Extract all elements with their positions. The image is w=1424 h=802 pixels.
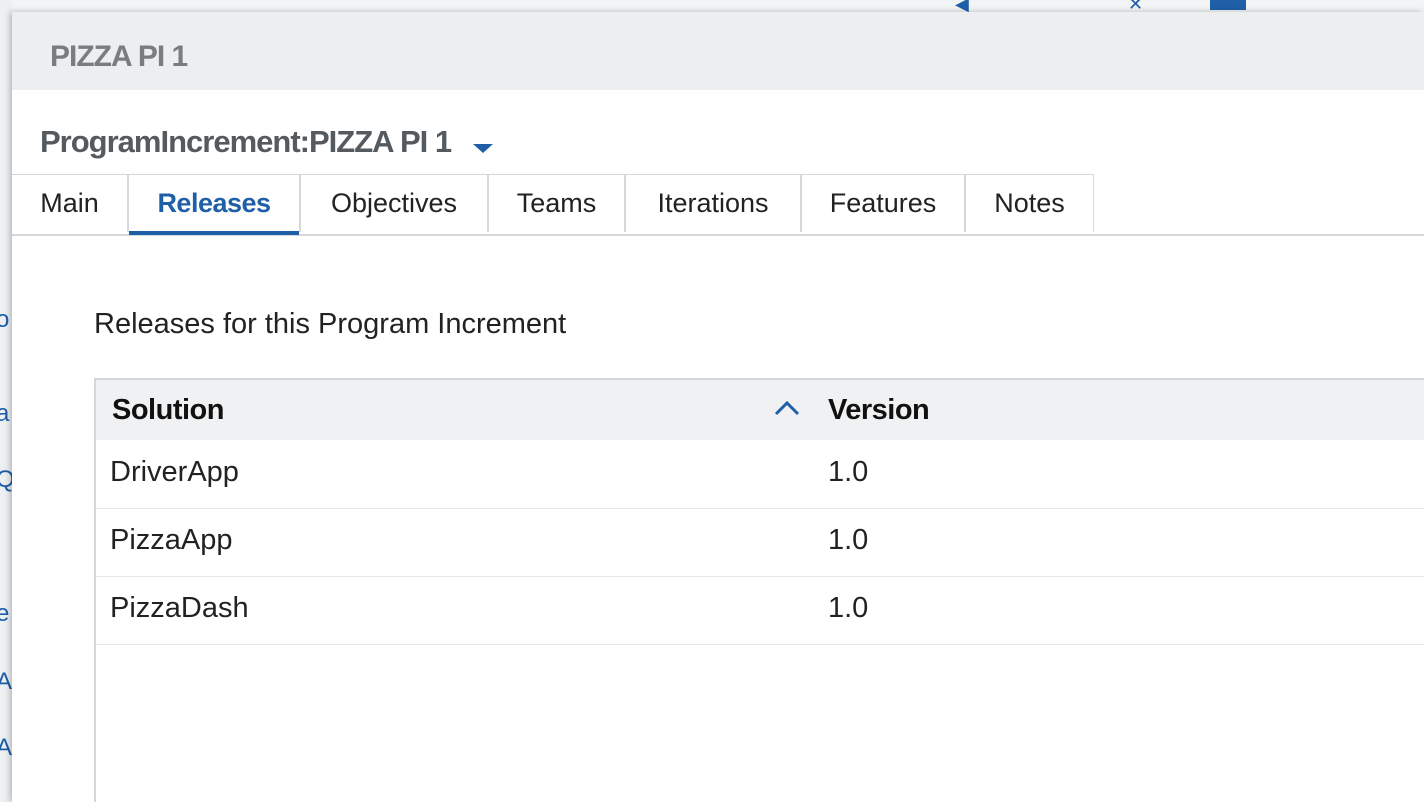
cell-solution: PizzaApp — [110, 524, 233, 556]
tab-label: Features — [829, 188, 937, 218]
column-header-solution[interactable]: Solution — [112, 394, 224, 427]
grid-header: Solution Version — [96, 380, 1424, 440]
record-dialog: PIZZA PI 1 ProgramIncrement:PIZZA PI 1 M… — [12, 12, 1424, 802]
background-sidebar-glyph: A — [0, 668, 12, 695]
tab-notes[interactable]: Notes — [965, 174, 1094, 232]
background-sidebar-glyph: a — [0, 400, 10, 427]
background-sidebar-glyph: e — [0, 600, 10, 627]
releases-section-label: Releases for this Program Increment — [94, 308, 567, 340]
cell-solution: PizzaDash — [110, 592, 249, 624]
tab-objectives[interactable]: Objectives — [300, 174, 488, 232]
tab-iterations[interactable]: Iterations — [625, 174, 801, 232]
background-app-sidebar: o a Q i e A A — [0, 0, 12, 802]
cell-solution: DriverApp — [110, 456, 239, 488]
chevron-down-icon[interactable] — [473, 143, 494, 153]
tab-features[interactable]: Features — [801, 174, 965, 232]
tab-bar: Main Releases Objectives Teams Iteration… — [12, 174, 1424, 236]
background-sidebar-glyph: o — [0, 306, 10, 333]
releases-grid: Solution Version DriverApp 1.0 PizzaApp … — [94, 378, 1424, 802]
background-tab-icon — [1210, 0, 1246, 10]
tab-teams[interactable]: Teams — [488, 174, 625, 232]
tab-label: Iterations — [657, 188, 769, 218]
column-header-version[interactable]: Version — [828, 394, 930, 427]
cell-version: 1.0 — [828, 524, 869, 556]
dialog-title: PIZZA PI 1 — [50, 40, 188, 73]
chevron-up-icon[interactable] — [772, 394, 802, 424]
tab-main[interactable]: Main — [12, 174, 128, 232]
cell-version: 1.0 — [828, 456, 869, 488]
tab-label: Releases — [157, 188, 271, 218]
background-sidebar-glyph: A — [0, 734, 12, 761]
dialog-titlebar[interactable]: PIZZA PI 1 — [12, 12, 1424, 90]
background-sidebar-glyph: i — [0, 534, 1, 562]
cell-version: 1.0 — [828, 592, 869, 624]
tab-label: Teams — [516, 188, 597, 218]
record-title: ProgramIncrement:PIZZA PI 1 — [40, 124, 452, 159]
table-row[interactable]: PizzaDash 1.0 — [96, 576, 1424, 645]
table-row[interactable]: DriverApp 1.0 — [96, 440, 1424, 509]
tab-label: Objectives — [330, 188, 458, 218]
tab-label: Notes — [994, 188, 1065, 218]
background-sidebar-glyph: Q — [0, 466, 12, 493]
record-header: ProgramIncrement:PIZZA PI 1 — [40, 124, 494, 160]
tab-releases[interactable]: Releases — [128, 174, 300, 235]
table-row[interactable]: PizzaApp 1.0 — [96, 508, 1424, 577]
tab-label: Main — [40, 188, 99, 218]
